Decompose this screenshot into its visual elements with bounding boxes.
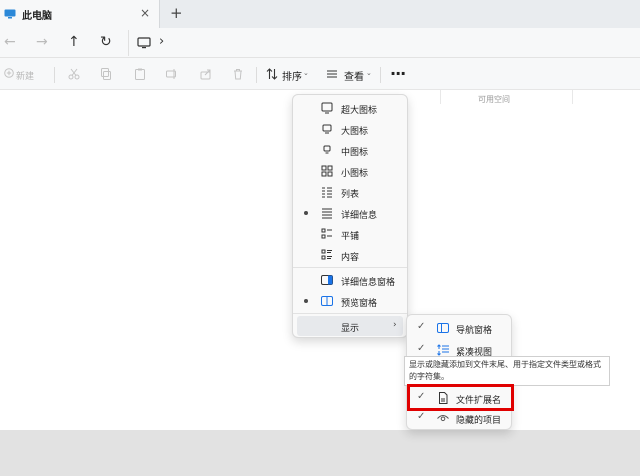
menu-item-label: 预览窗格 bbox=[341, 299, 378, 309]
cut-icon[interactable] bbox=[68, 68, 80, 82]
submenu-item-navigation-pane[interactable]: ✓ 导航窗格 bbox=[411, 317, 509, 339]
new-button[interactable]: 新建 bbox=[16, 69, 34, 82]
selected-bullet-icon bbox=[304, 299, 308, 303]
menu-separator bbox=[293, 313, 407, 314]
menu-item-extra-large-icons[interactable]: 超大图标 bbox=[297, 98, 403, 118]
compact-view-icon bbox=[437, 344, 449, 356]
address-bar: ← → ↑ ↻ › bbox=[0, 28, 640, 58]
refresh-button[interactable]: ↻ bbox=[100, 34, 112, 50]
list-icon bbox=[321, 186, 333, 198]
menu-item-details[interactable]: 详细信息 bbox=[297, 203, 403, 223]
tab-title: 此电脑 bbox=[22, 10, 52, 22]
menu-item-list[interactable]: 列表 bbox=[297, 182, 403, 202]
computer-icon bbox=[4, 9, 16, 19]
menu-item-label: 详细信息 bbox=[341, 211, 378, 221]
pc-icon bbox=[137, 37, 151, 52]
toolbar-divider bbox=[256, 67, 257, 83]
monitor-medium-icon bbox=[321, 144, 333, 156]
address-field[interactable]: › bbox=[128, 30, 640, 56]
view-menu: 超大图标 大图标 中图标 小图标 列表 详细信息 平铺 内容 详细信息窗格 预览… bbox=[292, 94, 408, 338]
menu-item-label: 大图标 bbox=[341, 127, 369, 137]
breadcrumb-chevron-icon[interactable]: › bbox=[159, 34, 164, 49]
column-header-free-space[interactable]: 可用空间 bbox=[478, 94, 510, 105]
menu-item-large-icons[interactable]: 大图标 bbox=[297, 119, 403, 139]
window-bottom-area bbox=[0, 430, 640, 476]
more-options-button[interactable]: ··· bbox=[390, 64, 406, 83]
menu-item-preview-pane[interactable]: 预览窗格 bbox=[297, 291, 403, 311]
menu-item-label: 显示 bbox=[341, 324, 360, 334]
menu-item-tiles[interactable]: 平铺 bbox=[297, 224, 403, 244]
check-icon: ✓ bbox=[417, 321, 426, 332]
small-icons-grid-icon bbox=[321, 165, 333, 177]
monitor-large-icon bbox=[321, 102, 333, 114]
toolbar-divider bbox=[54, 67, 55, 83]
tiles-icon bbox=[321, 228, 333, 240]
view-caret-icon: ⌄ bbox=[366, 69, 372, 77]
view-button[interactable]: 查看 bbox=[344, 68, 364, 83]
submenu-item-label: 导航窗格 bbox=[456, 326, 493, 336]
new-tab-button[interactable]: + bbox=[170, 4, 183, 22]
share-icon[interactable] bbox=[200, 68, 212, 82]
chevron-right-icon: › bbox=[393, 320, 397, 330]
command-bar: 新建 排序 ⌄ 查看 ⌄ ··· bbox=[0, 58, 640, 90]
tab-this-pc[interactable]: 此电脑 × bbox=[0, 0, 160, 28]
back-button[interactable]: ← bbox=[4, 34, 16, 50]
menu-item-label: 列表 bbox=[341, 190, 360, 200]
tab-bar: 此电脑 × + bbox=[0, 0, 640, 28]
menu-item-label: 详细信息窗格 bbox=[341, 278, 396, 288]
forward-button[interactable]: → bbox=[36, 34, 48, 50]
column-divider bbox=[440, 90, 441, 104]
check-icon: ✓ bbox=[417, 343, 426, 354]
check-icon: ✓ bbox=[417, 411, 426, 422]
toolbar-divider bbox=[380, 67, 381, 83]
tab-close-button[interactable]: × bbox=[140, 6, 150, 20]
annotation-highlight-box bbox=[407, 384, 514, 411]
menu-item-label: 中图标 bbox=[341, 148, 369, 158]
menu-item-details-pane[interactable]: 详细信息窗格 bbox=[297, 270, 403, 290]
menu-item-label: 平铺 bbox=[341, 232, 360, 242]
copy-icon[interactable] bbox=[100, 68, 112, 82]
details-pane-icon bbox=[321, 274, 333, 286]
view-icon bbox=[326, 68, 338, 82]
menu-item-label: 超大图标 bbox=[341, 106, 378, 116]
new-plus-icon bbox=[4, 68, 14, 80]
menu-item-label: 小图标 bbox=[341, 169, 369, 179]
monitor-icon bbox=[321, 123, 333, 135]
submenu-item-label: 隐藏的项目 bbox=[456, 416, 502, 426]
details-icon bbox=[321, 207, 333, 219]
menu-separator bbox=[293, 267, 407, 268]
up-button[interactable]: ↑ bbox=[68, 34, 80, 50]
selected-bullet-icon bbox=[304, 211, 308, 215]
sort-icon bbox=[266, 68, 278, 82]
menu-item-small-icons[interactable]: 小图标 bbox=[297, 161, 403, 181]
menu-item-content[interactable]: 内容 bbox=[297, 245, 403, 265]
sort-caret-icon: ⌄ bbox=[303, 69, 309, 77]
sort-button[interactable]: 排序 bbox=[282, 68, 302, 83]
menu-item-label: 内容 bbox=[341, 253, 360, 263]
delete-icon[interactable] bbox=[232, 68, 244, 82]
column-divider bbox=[572, 90, 573, 104]
eye-icon bbox=[437, 412, 449, 424]
menu-item-medium-icons[interactable]: 中图标 bbox=[297, 140, 403, 160]
paste-icon[interactable] bbox=[134, 68, 146, 82]
preview-pane-icon bbox=[321, 295, 333, 307]
tooltip: 显示或隐藏添加到文件末尾、用于指定文件类型或格式的字符集。 bbox=[404, 356, 610, 386]
menu-item-show[interactable]: 显示 › bbox=[297, 316, 403, 336]
content-icon bbox=[321, 249, 333, 261]
rename-icon[interactable] bbox=[166, 68, 178, 82]
navigation-pane-icon bbox=[437, 322, 449, 334]
